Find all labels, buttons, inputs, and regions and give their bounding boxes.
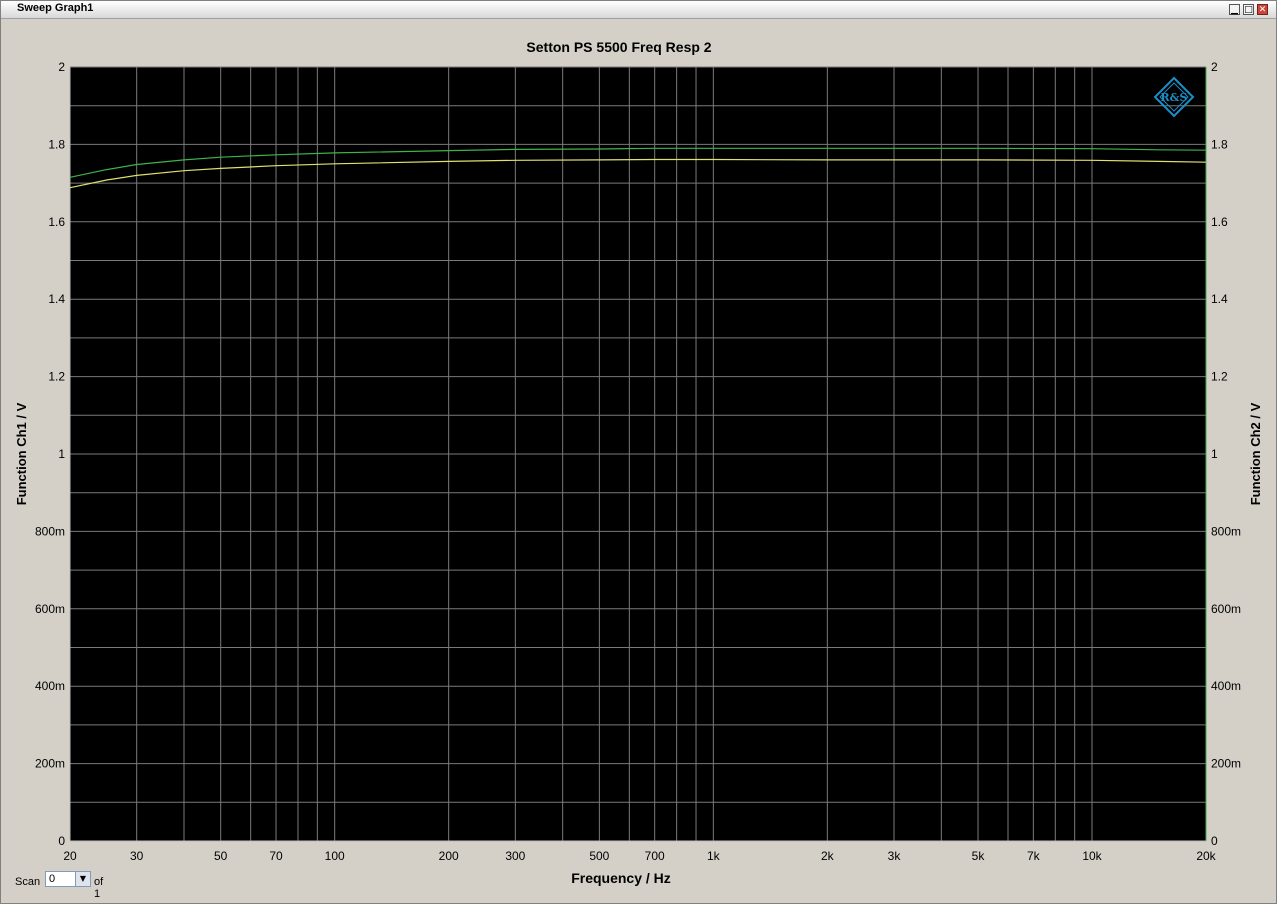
x-tick-label: 5k: [972, 849, 986, 863]
sweep-graph-window: Sweep Graph1 ▁ □ ✕ 20 30 50 70 100 200 300 500 7…: [0, 0, 1277, 904]
y-tick-label-left: 2: [58, 60, 65, 74]
x-tick-label: 50: [214, 849, 228, 863]
x-tick-label: 7k: [1027, 849, 1041, 863]
y-tick-label-left: 1.6: [48, 215, 65, 229]
scan-select[interactable]: 0 ▼: [45, 871, 91, 887]
logo-text: R&S: [1160, 91, 1187, 104]
chart-svg: 20 30 50 70 100 200 300 500 700 1k 2k 3k 5k 7k 10k 20k0…: [14, 39, 1263, 886]
x-tick-label: 10k: [1082, 849, 1102, 863]
chart-title: Setton PS 5500 Freq Resp 2: [526, 39, 711, 55]
x-tick-label: 100: [325, 849, 345, 863]
y-tick-label-right: 1.2: [1211, 370, 1228, 384]
y-tick-label-left: 600m: [35, 602, 65, 616]
y-tick-label-right: 200m: [1211, 757, 1241, 771]
window-title: Sweep Graph1: [17, 2, 94, 14]
y-tick-label-left: 1.4: [48, 292, 65, 306]
y-tick-label-left: 1: [58, 447, 65, 461]
y-tick-label-left: 800m: [35, 524, 65, 538]
scan-value: 0: [49, 873, 56, 885]
y-tick-label-left: 0: [58, 834, 65, 848]
x-tick-label: 20k: [1196, 849, 1216, 863]
y-tick-label-right: 2: [1211, 60, 1218, 74]
scan-label: Scan: [15, 876, 41, 888]
scan-of-label: of 1: [94, 876, 104, 900]
sweep-graph: 20 30 50 70 100 200 300 500 700 1k 2k 3k 5k 7k 10k 20k 0…: [1, 19, 1276, 904]
x-tick-label: 300: [505, 849, 525, 863]
y-tick-label-right: 400m: [1211, 679, 1241, 693]
y-tick-label-right: 1.8: [1211, 137, 1228, 151]
x-tick-label: 2k: [821, 849, 835, 863]
y-tick-label-right: 800m: [1211, 524, 1241, 538]
y-axis-label-left: Function Ch1 / V: [14, 402, 29, 505]
y-tick-label-left: 1.2: [48, 370, 65, 384]
y-tick-label-right: 1.4: [1211, 292, 1228, 306]
x-tick-label: 1k: [707, 849, 721, 863]
y-tick-label-right: 0: [1211, 834, 1218, 848]
x-tick-label: 30: [130, 849, 144, 863]
minimize-button[interactable]: ▁: [1229, 4, 1240, 15]
y-tick-label-left: 1.8: [48, 137, 65, 151]
title-bar[interactable]: Sweep Graph1 ▁ □ ✕: [1, 1, 1276, 19]
x-axis-label: Frequency / Hz: [571, 870, 671, 886]
x-tick-label: 70: [269, 849, 283, 863]
y-axis-label-right: Function Ch2 / V: [1248, 402, 1263, 505]
close-button[interactable]: ✕: [1257, 4, 1268, 15]
x-tick-label: 3k: [888, 849, 902, 863]
x-tick-label: 20: [63, 849, 77, 863]
x-tick-label: 700: [645, 849, 665, 863]
chevron-down-icon[interactable]: ▼: [75, 872, 90, 886]
y-tick-label-right: 600m: [1211, 602, 1241, 616]
x-tick-label: 200: [439, 849, 459, 863]
y-tick-label-right: 1.6: [1211, 215, 1228, 229]
y-tick-label-left: 200m: [35, 757, 65, 771]
y-tick-label-left: 400m: [35, 679, 65, 693]
x-tick-label: 500: [589, 849, 609, 863]
maximize-button[interactable]: □: [1243, 4, 1254, 15]
y-tick-label-right: 1: [1211, 447, 1218, 461]
